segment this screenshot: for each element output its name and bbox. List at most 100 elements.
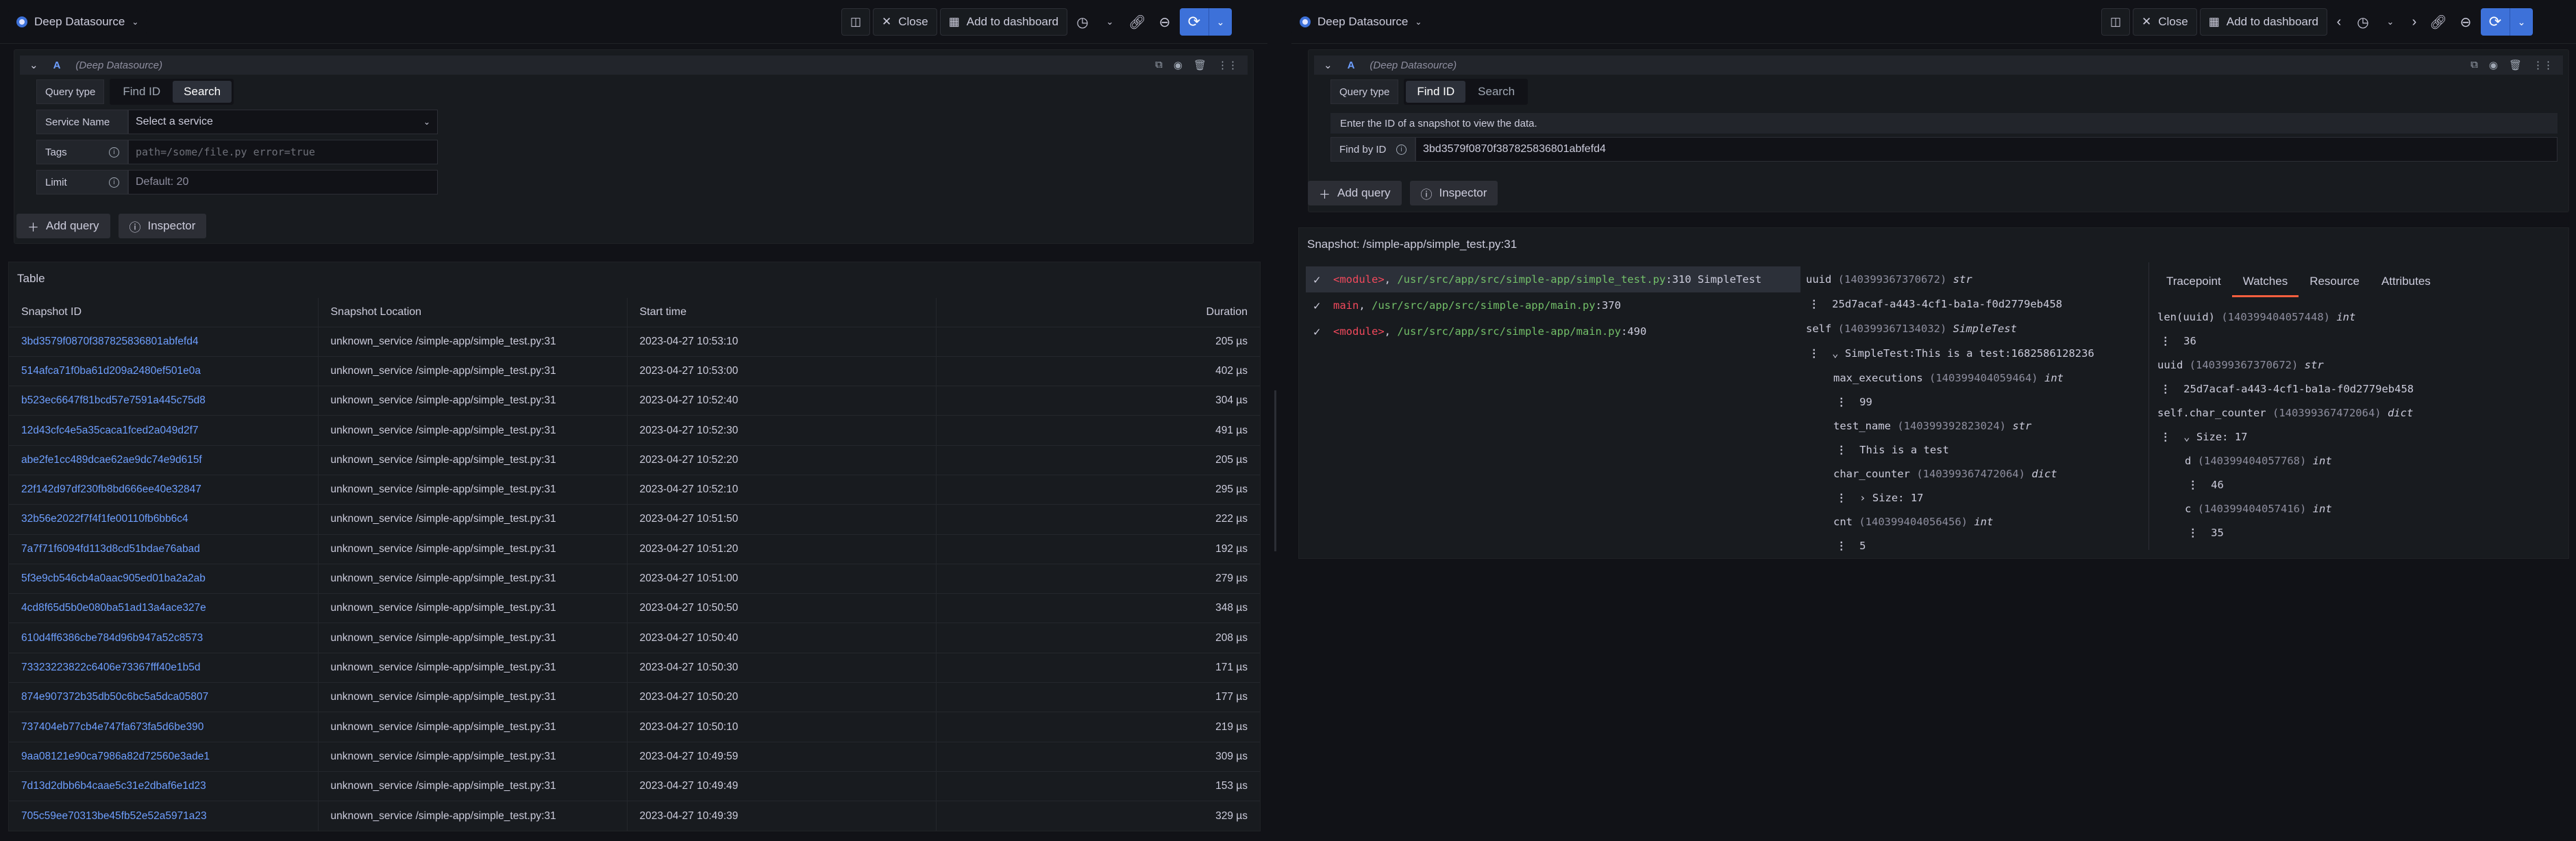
table-row[interactable]: 4cd8f65d5b0e080ba51ad13a4ace327e unknown_… (9, 593, 1260, 623)
find-by-id-input[interactable]: 3bd3579f0870f387825836801abfefd4 (1415, 137, 2558, 162)
kebab-menu-icon[interactable]: ⋮ (1809, 299, 1820, 310)
zoom-out-icon[interactable]: ⊖ (2453, 8, 2478, 36)
kebab-menu-icon[interactable]: ⋮ (2188, 479, 2199, 491)
drag-handle-icon[interactable]: ⋮⋮ (1217, 59, 1238, 71)
tab-search[interactable]: Search (173, 81, 232, 103)
kebab-menu-icon[interactable]: ⋮ (1836, 397, 1847, 408)
add-query-button[interactable]: ＋ Add query (1308, 181, 1402, 205)
stack-frame[interactable]: ✓ main, /usr/src/app/src/simple-app/main… (1306, 292, 1800, 318)
table-row[interactable]: 32b56e2022f7f4f1fe00110fb6bb6c4 unknown_s… (9, 504, 1260, 535)
snapshot-id-link[interactable]: 7d13d2dbb6b4caae5c31e2dbaf6e1d23 (9, 770, 319, 801)
time-picker-icon[interactable]: ◷ (1070, 8, 1095, 36)
split-icon[interactable]: ◫ (841, 8, 870, 36)
tab-attributes[interactable]: Attributes (2370, 268, 2442, 297)
collapse-icon[interactable]: ⌄ (1324, 59, 1333, 71)
column-header[interactable]: Snapshot ID (9, 298, 319, 327)
chevron-down-icon[interactable]: ⌄ (1098, 8, 1122, 36)
table-row[interactable]: b523ec6647f81bcd57e7591a445c75d8 unknown_… (9, 386, 1260, 416)
chevron-right-icon[interactable]: › (2405, 8, 2423, 36)
kebab-menu-icon[interactable]: ⋮ (2160, 335, 2171, 347)
kebab-menu-icon[interactable]: ⋮ (1809, 349, 1820, 360)
add-to-dashboard-button[interactable]: ▦ Add to dashboard (2199, 8, 2327, 36)
eye-icon[interactable]: ◉ (1174, 59, 1182, 71)
run-query-button[interactable]: ⟳ ⌄ (2481, 8, 2533, 36)
kebab-menu-icon[interactable]: ⋮ (2160, 383, 2171, 395)
column-header[interactable]: Duration (936, 298, 1260, 327)
datasource-picker[interactable]: Deep Datasource ⌄ (8, 10, 147, 34)
snapshot-id-link[interactable]: b523ec6647f81bcd57e7591a445c75d8 (9, 386, 319, 416)
limit-input[interactable]: Default: 20 (128, 170, 438, 194)
snapshot-id-link[interactable]: 9aa08121e90ca7986a82d72560e3ade1 (9, 741, 319, 772)
copy-icon[interactable]: ⧉ (1155, 59, 1163, 71)
chevron-right-icon[interactable]: › (1859, 493, 1866, 504)
snapshot-id-link[interactable]: 3bd3579f0870f387825836801abfefd4 (9, 326, 319, 357)
split-icon[interactable]: ◫ (2101, 8, 2130, 36)
table-row[interactable]: 12d43cfc4e5a35caca1fced2a049d2f7 unknown_… (9, 415, 1260, 446)
inspector-button[interactable]: ⓘ Inspector (1409, 181, 1498, 205)
snapshot-id-link[interactable]: 705c59ee70313be45fb52e52a5971a23 (9, 801, 319, 831)
snapshot-id-link[interactable]: 73323223822c6406e73367fff40e1b5d (9, 652, 319, 683)
add-query-button[interactable]: ＋ Add query (16, 214, 110, 238)
table-row[interactable]: 705c59ee70313be45fb52e52a5971a23 unknown_… (9, 801, 1260, 831)
pane-splitter[interactable] (1274, 390, 1276, 551)
stack-frame[interactable]: ✓ <module>, /usr/src/app/src/simple-app/… (1306, 318, 1800, 344)
column-header[interactable]: Snapshot Location (318, 298, 628, 327)
snapshot-id-link[interactable]: 874e907372b35db50c6bc5a5dca05807 (9, 682, 319, 712)
collapse-icon[interactable]: ⌄ (29, 59, 38, 71)
tab-search[interactable]: Search (1467, 81, 1526, 103)
table-row[interactable]: 9aa08121e90ca7986a82d72560e3ade1 unknown_… (9, 741, 1260, 772)
copy-icon[interactable]: ⧉ (2470, 59, 2478, 71)
kebab-menu-icon[interactable]: ⋮ (2188, 527, 2199, 539)
snapshot-id-link[interactable]: 4cd8f65d5b0e080ba51ad13a4ace327e (9, 593, 319, 623)
query-letter[interactable]: A (53, 60, 61, 71)
snapshot-id-link[interactable]: 5f3e9cb546cb4a0aac905ed01ba2a2ab (9, 563, 319, 594)
trash-icon[interactable]: 🗑︎ (1193, 59, 1206, 71)
table-row[interactable]: 3bd3579f0870f387825836801abfefd4 unknown_… (9, 326, 1260, 357)
chevron-down-icon[interactable]: ⌄ (1832, 349, 1838, 360)
link-icon[interactable]: 🔗︎ (2426, 8, 2451, 36)
kebab-menu-icon[interactable]: ⋮ (1836, 541, 1847, 552)
zoom-out-icon[interactable]: ⊖ (1152, 8, 1177, 36)
snapshot-id-link[interactable]: 32b56e2022f7f4f1fe00110fb6bb6c4 (9, 504, 319, 535)
link-icon[interactable]: 🔗︎ (1125, 8, 1150, 36)
table-row[interactable]: 874e907372b35db50c6bc5a5dca05807 unknown_… (9, 682, 1260, 712)
stack-frame[interactable]: ✓ <module>, /usr/src/app/src/simple-app/… (1306, 266, 1800, 292)
snapshot-id-link[interactable]: 610d4ff6386cbe784d96b947a52c8573 (9, 623, 319, 653)
snapshot-id-link[interactable]: 737404eb77cb4e747fa673fa5d6be390 (9, 712, 319, 742)
table-row[interactable]: 5f3e9cb546cb4a0aac905ed01ba2a2ab unknown_… (9, 563, 1260, 594)
run-query-button[interactable]: ⟳ ⌄ (1180, 8, 1232, 36)
add-to-dashboard-button[interactable]: ▦ Add to dashboard (939, 8, 1067, 36)
tags-input[interactable]: path=/some/file.py error=true (128, 140, 438, 164)
table-row[interactable]: 610d4ff6386cbe784d96b947a52c8573 unknown_… (9, 623, 1260, 653)
snapshot-id-link[interactable]: 12d43cfc4e5a35caca1fced2a049d2f7 (9, 415, 319, 446)
snapshot-id-link[interactable]: 514afca71f0ba61d209a2480ef501e0a (9, 355, 319, 386)
tab-find-id[interactable]: Find ID (1406, 81, 1466, 103)
tab-tracepoint[interactable]: Tracepoint (2155, 268, 2232, 297)
tab-resource[interactable]: Resource (2299, 268, 2370, 297)
datasource-picker[interactable]: Deep Datasource ⌄ (1291, 10, 1431, 34)
table-row[interactable]: 7d13d2dbb6b4caae5c31e2dbaf6e1d23 unknown_… (9, 770, 1260, 801)
kebab-menu-icon[interactable]: ⋮ (1836, 445, 1847, 456)
snapshot-id-link[interactable]: 7a7f71f6094fd113d8cd51bdae76abad (9, 534, 319, 564)
kebab-menu-icon[interactable]: ⋮ (1836, 493, 1847, 504)
chevron-left-icon[interactable]: ‹ (2330, 8, 2348, 36)
chevron-down-icon[interactable]: ⌄ (2378, 8, 2403, 36)
close-split-button[interactable]: ✕ Close (2133, 8, 2197, 36)
kebab-menu-icon[interactable]: ⋮ (2160, 431, 2171, 443)
table-row[interactable]: 22f142d97df230fb8bd666ee40e32847 unknown_… (9, 474, 1260, 505)
tab-find-id[interactable]: Find ID (112, 81, 171, 103)
table-row[interactable]: 514afca71f0ba61d209a2480ef501e0a unknown_… (9, 355, 1260, 386)
query-letter[interactable]: A (1348, 60, 1355, 71)
table-row[interactable]: 737404eb77cb4e747fa673fa5d6be390 unknown_… (9, 712, 1260, 742)
trash-icon[interactable]: 🗑︎ (2509, 59, 2522, 71)
snapshot-id-link[interactable]: abe2fe1cc489dcae62ae9dc74e9d615f (9, 444, 319, 475)
time-picker-icon[interactable]: ◷ (2351, 8, 2375, 36)
table-row[interactable]: abe2fe1cc489dcae62ae9dc74e9d615f unknown_… (9, 444, 1260, 475)
inspector-button[interactable]: ⓘ Inspector (118, 214, 207, 238)
service-select[interactable]: Select a service ⌄ (128, 110, 438, 134)
table-row[interactable]: 7a7f71f6094fd113d8cd51bdae76abad unknown_… (9, 534, 1260, 564)
tab-watches[interactable]: Watches (2231, 268, 2299, 297)
drag-handle-icon[interactable]: ⋮⋮ (2533, 59, 2553, 71)
table-row[interactable]: 73323223822c6406e73367fff40e1b5d unknown_… (9, 652, 1260, 683)
chevron-down-icon[interactable]: ⌄ (2183, 431, 2190, 443)
